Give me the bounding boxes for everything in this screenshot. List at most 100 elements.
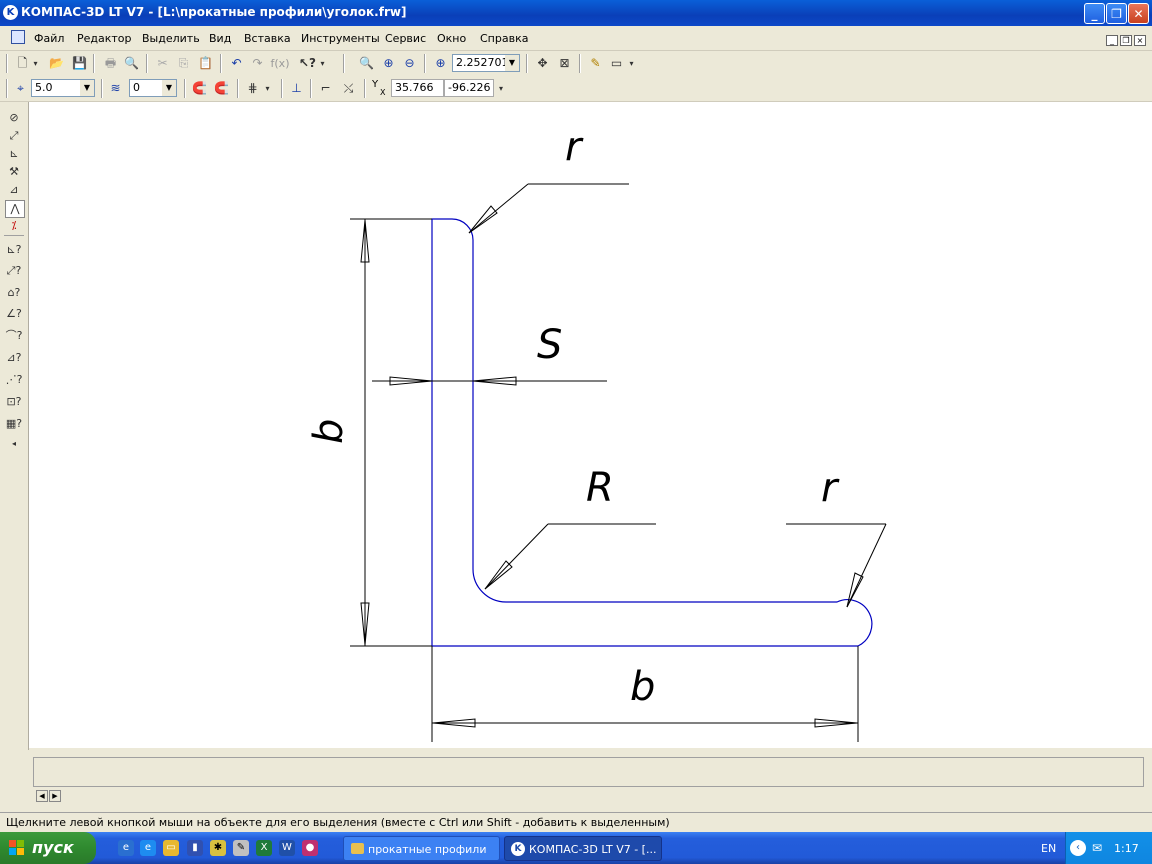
- toolbar-grip[interactable]: [6, 79, 8, 98]
- excel-icon[interactable]: X: [256, 840, 272, 856]
- ie-settings-icon[interactable]: e: [118, 840, 134, 856]
- mass-icon[interactable]: ⊡?: [5, 394, 23, 410]
- refresh-icon[interactable]: ✎: [587, 55, 604, 72]
- menu-window[interactable]: Окно: [437, 32, 466, 45]
- zoom-out-icon[interactable]: ⊖: [401, 55, 418, 72]
- grid-icon[interactable]: ⋕: [244, 80, 261, 97]
- tray-expand-icon[interactable]: ‹: [1070, 840, 1086, 856]
- coord-dropdown-icon[interactable]: ▾: [496, 80, 506, 97]
- separator: [579, 54, 581, 73]
- paste-icon[interactable]: 📋: [197, 55, 214, 72]
- zoom-in-icon[interactable]: ⊕: [380, 55, 397, 72]
- cursor-step-icon[interactable]: ⌖: [12, 80, 29, 97]
- pan-icon[interactable]: ✥: [534, 55, 551, 72]
- menu-editor[interactable]: Редактор: [77, 32, 132, 45]
- start-button[interactable]: пуск: [0, 832, 96, 864]
- point-coords-icon[interactable]: ⊾?: [5, 242, 23, 258]
- task-folder-button[interactable]: прокатные профили: [343, 836, 500, 861]
- menu-select[interactable]: Выделить: [142, 32, 200, 45]
- word-icon[interactable]: W: [279, 840, 295, 856]
- area-icon[interactable]: ⊿?: [5, 350, 23, 366]
- document-icon[interactable]: [11, 30, 25, 44]
- menu-service[interactable]: Сервис: [385, 32, 426, 45]
- task-kompas-button[interactable]: K КОМПАС-3D LT V7 - [...: [504, 836, 662, 861]
- mdi-close-button[interactable]: ×: [1134, 35, 1146, 46]
- chevron-down-icon[interactable]: ▼: [162, 80, 176, 96]
- distance-icon[interactable]: ⤢?: [5, 263, 23, 279]
- folder-icon[interactable]: ▭: [163, 840, 179, 856]
- label-b-vertical: b: [306, 419, 352, 444]
- media-icon[interactable]: ●: [302, 840, 318, 856]
- expand-left-icon[interactable]: ◂: [5, 436, 23, 452]
- menu-view[interactable]: Вид: [209, 32, 231, 45]
- local-snap-icon[interactable]: 🧲: [213, 80, 230, 97]
- scroll-left-icon[interactable]: ◀: [36, 790, 48, 802]
- tool-icon[interactable]: ✎: [233, 840, 249, 856]
- drawing-canvas[interactable]: r S b R r b: [29, 102, 1152, 748]
- angle-icon[interactable]: ∠?: [5, 306, 23, 322]
- distance-curve-icon[interactable]: ⌂?: [5, 285, 23, 301]
- step-combo[interactable]: 5.0 ▼: [31, 79, 95, 97]
- language-indicator[interactable]: EN: [1041, 842, 1056, 855]
- cut-icon[interactable]: ✂: [154, 55, 171, 72]
- menu-insert[interactable]: Вставка: [244, 32, 291, 45]
- editing-icon[interactable]: ⚒: [5, 164, 23, 180]
- coord-y-field[interactable]: -96.226: [444, 79, 494, 97]
- help-dropdown-icon[interactable]: ▾: [318, 55, 327, 72]
- save-icon[interactable]: 💾: [71, 55, 88, 72]
- print-icon[interactable]: 🖶: [102, 55, 119, 72]
- grid-dropdown-icon[interactable]: ▾: [263, 80, 272, 97]
- title-bar[interactable]: K КОМПАС-3D LT V7 - [L:\прокатные профил…: [0, 0, 1152, 26]
- scroll-right-icon[interactable]: ▶: [49, 790, 61, 802]
- parametrization-icon[interactable]: ⊿: [5, 182, 23, 198]
- kompas-app-icon[interactable]: K: [3, 5, 18, 20]
- mdi-minimize-button[interactable]: _: [1106, 35, 1118, 46]
- geometry-icon[interactable]: ⊘: [5, 110, 23, 126]
- system-tray: ‹ ✉ 1:17: [1065, 832, 1152, 864]
- panel-icon[interactable]: ▭: [608, 55, 625, 72]
- chevron-down-icon[interactable]: ▼: [505, 55, 519, 71]
- show-all-icon[interactable]: ⊠: [556, 55, 573, 72]
- help-pointer-icon[interactable]: ↖?: [299, 55, 316, 72]
- undo-icon[interactable]: ↶: [228, 55, 245, 72]
- menu-file[interactable]: Файл: [34, 32, 64, 45]
- open-folder-icon[interactable]: 📂: [48, 55, 65, 72]
- tray-app-icon[interactable]: ✉: [1089, 840, 1105, 856]
- new-document-icon[interactable]: 🗋: [14, 55, 31, 72]
- layers-icon[interactable]: ≋: [107, 80, 124, 97]
- menu-help[interactable]: Справка: [480, 32, 528, 45]
- chevron-down-icon[interactable]: ▼: [80, 80, 94, 96]
- menu-tools[interactable]: Инструменты: [301, 32, 380, 45]
- far-icon[interactable]: ✱: [210, 840, 226, 856]
- inertia-icon[interactable]: ▦?: [5, 416, 23, 432]
- local-cs-icon[interactable]: ⊥: [288, 80, 305, 97]
- zoom-scale-icon[interactable]: ⊕: [432, 55, 449, 72]
- ortho-icon[interactable]: ⌐: [317, 80, 334, 97]
- measure-icon[interactable]: ⋀: [5, 200, 25, 218]
- function-icon[interactable]: f(x): [270, 55, 290, 72]
- internet-explorer-icon[interactable]: e: [140, 840, 156, 856]
- toolbar-grip[interactable]: [6, 54, 8, 73]
- property-panel-field[interactable]: [33, 757, 1144, 787]
- panel-dropdown-icon[interactable]: ▾: [627, 55, 636, 72]
- zoom-window-icon[interactable]: 🔍: [358, 55, 375, 72]
- designations-icon[interactable]: ⊾: [5, 146, 23, 162]
- mch-icon[interactable]: ⋰?: [5, 372, 23, 388]
- select-icon[interactable]: ⁒: [5, 218, 23, 234]
- curve-length-icon[interactable]: ⌒?: [5, 328, 23, 344]
- redo-icon[interactable]: ↷: [249, 55, 266, 72]
- print-preview-icon[interactable]: 🔍: [123, 55, 140, 72]
- snap-magnet-icon[interactable]: 🧲: [191, 80, 208, 97]
- minimize-button[interactable]: _: [1084, 3, 1105, 24]
- new-dropdown-icon[interactable]: ▾: [31, 55, 40, 72]
- copy-icon[interactable]: ⎘: [175, 55, 192, 72]
- coord-x-field[interactable]: 35.766: [391, 79, 444, 97]
- layer-combo[interactable]: 0 ▼: [129, 79, 177, 97]
- app-icon[interactable]: ▮: [187, 840, 203, 856]
- mdi-restore-button[interactable]: ❐: [1120, 35, 1132, 46]
- restore-button[interactable]: ❐: [1106, 3, 1127, 24]
- close-button[interactable]: ✕: [1128, 3, 1149, 24]
- dimensions-icon[interactable]: ⤢: [5, 128, 23, 144]
- zoom-combo[interactable]: 2.252701 ▼: [452, 54, 520, 72]
- round-icon[interactable]: ⤯: [340, 80, 357, 97]
